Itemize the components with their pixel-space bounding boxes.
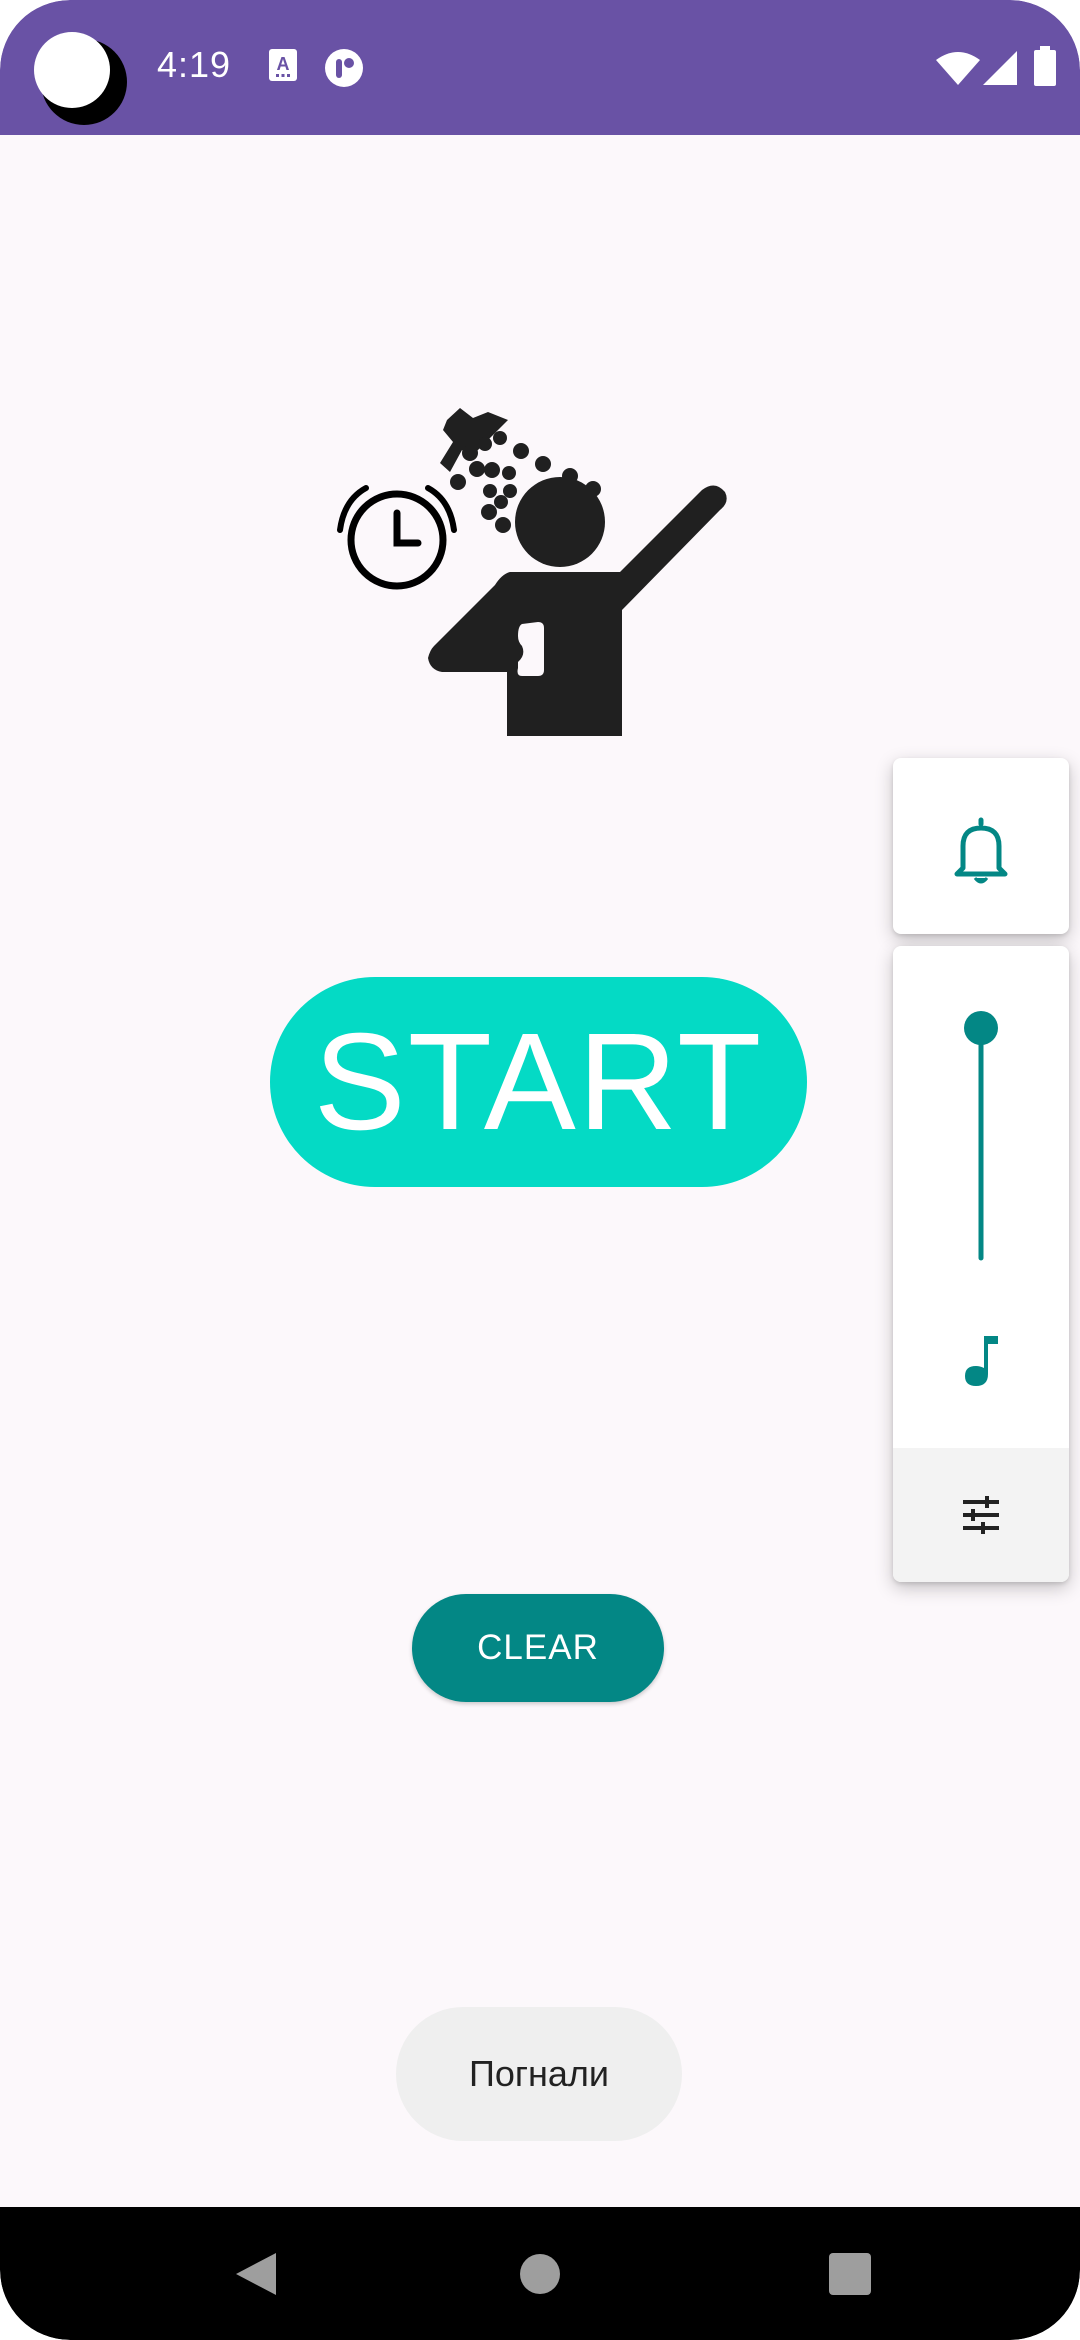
clear-button[interactable]: CLEAR: [412, 1594, 664, 1702]
tune-sliders-icon: [963, 1496, 999, 1534]
back-icon: [236, 2253, 276, 2295]
camera-cutout: [34, 32, 127, 125]
cellular-signal-icon: [983, 51, 1017, 85]
home-icon: [520, 2254, 560, 2294]
recents-icon: [829, 2253, 871, 2295]
status-time: 4:19: [157, 44, 232, 85]
volume-slider-thumb[interactable]: [964, 1011, 998, 1045]
volume-slider[interactable]: [893, 946, 1069, 1286]
toast-message: Погнали: [396, 2007, 682, 2141]
battery-icon: [1034, 46, 1056, 86]
status-bar: 4:19 A: [0, 0, 1080, 135]
text-recognition-icon: A: [269, 49, 297, 81]
shower-alarm-illustration: [337, 408, 727, 736]
back-button[interactable]: [190, 2207, 310, 2340]
alarm-clock-icon: [337, 485, 457, 590]
ringer-mode-button[interactable]: [893, 758, 1069, 934]
start-button[interactable]: START: [270, 977, 807, 1187]
svg-text:A: A: [277, 54, 290, 74]
media-volume-panel: [893, 946, 1069, 1582]
home-button[interactable]: [480, 2207, 600, 2340]
recents-button[interactable]: [790, 2207, 910, 2340]
person-figure: [428, 477, 727, 736]
volume-settings-button[interactable]: [893, 1448, 1069, 1582]
wifi-icon: [936, 52, 980, 85]
music-note-icon: [965, 1336, 998, 1386]
navigation-bar: [0, 2207, 1080, 2340]
bell-icon: [954, 817, 1008, 884]
phone-screen: 4:19 A START CLEAR Погнали: [0, 0, 1080, 2340]
app-notification-icon: [325, 49, 363, 87]
